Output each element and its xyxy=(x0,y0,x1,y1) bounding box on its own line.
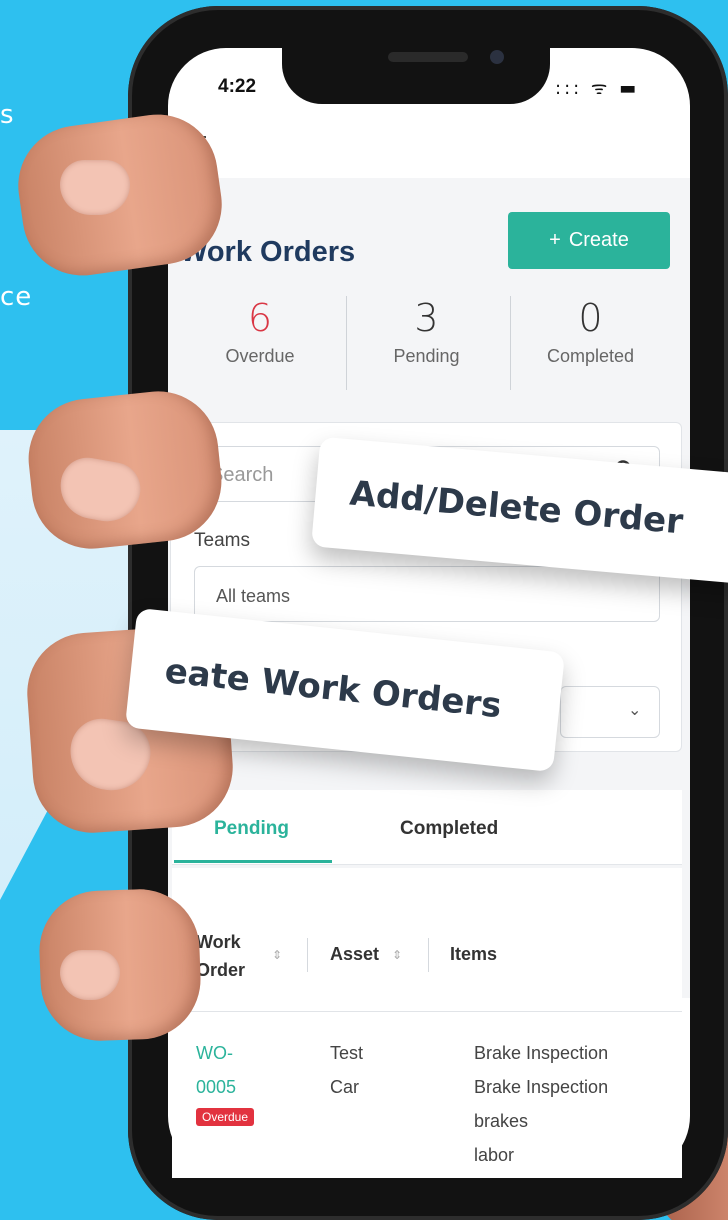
item-line: labor xyxy=(474,1145,515,1165)
column-header-items: Items xyxy=(450,944,498,964)
column-header-work-order[interactable]: Work Order xyxy=(196,928,266,984)
status-badge: Overdue xyxy=(196,1108,255,1126)
fingernail xyxy=(60,160,130,215)
column-divider xyxy=(307,938,308,972)
asset-cell: Test Car xyxy=(330,1043,364,1097)
column-divider xyxy=(428,938,429,972)
sort-icon[interactable]: ⇕ xyxy=(272,948,282,962)
stat-value: 6 xyxy=(247,296,273,340)
stat-overdue[interactable]: 6 Overdue xyxy=(180,296,340,390)
stat-value: 0 xyxy=(578,296,603,340)
phone-camera xyxy=(490,50,504,64)
tab-completed[interactable]: Completed xyxy=(400,818,498,840)
create-button-label: Create xyxy=(568,229,629,251)
item-line: brakes xyxy=(474,1111,529,1131)
background-text-2: ce xyxy=(0,282,33,312)
active-tab-indicator xyxy=(174,860,332,863)
items-cell: Brake Inspection Brake Inspection brakes… xyxy=(474,1036,674,1172)
item-line: Brake Inspection xyxy=(474,1043,609,1063)
stat-label: Completed xyxy=(546,346,635,366)
app-header xyxy=(168,108,690,178)
work-order-link[interactable]: WO-0005 xyxy=(196,1036,266,1104)
stat-label: Overdue xyxy=(225,346,295,366)
stat-completed[interactable]: 0 Completed xyxy=(510,296,670,390)
plus-icon: + xyxy=(549,229,561,251)
column-header-asset[interactable]: Asset xyxy=(330,944,379,965)
background-text-1: s xyxy=(0,100,15,130)
tab-pending[interactable]: Pending xyxy=(214,818,289,840)
stat-pending[interactable]: 3 Pending xyxy=(346,296,506,390)
create-button[interactable]: + Create xyxy=(508,212,670,269)
stats-panel: 6 Overdue 3 Pending 0 Completed xyxy=(180,296,680,390)
fingernail xyxy=(60,950,120,1000)
sort-icon[interactable]: ⇕ xyxy=(392,948,402,962)
stat-value: 3 xyxy=(414,296,439,340)
item-line: Brake Inspection xyxy=(474,1077,609,1097)
filter-select[interactable] xyxy=(560,686,660,738)
teams-select-value: All teams xyxy=(216,586,291,606)
status-icons: ::: ᯤ ▬ xyxy=(555,78,640,99)
chevron-down-icon: ⌄ xyxy=(628,700,642,719)
stat-label: Pending xyxy=(393,346,460,366)
status-time: 4:22 xyxy=(218,76,257,97)
teams-label: Teams xyxy=(194,530,250,551)
phone-speaker xyxy=(388,52,468,62)
